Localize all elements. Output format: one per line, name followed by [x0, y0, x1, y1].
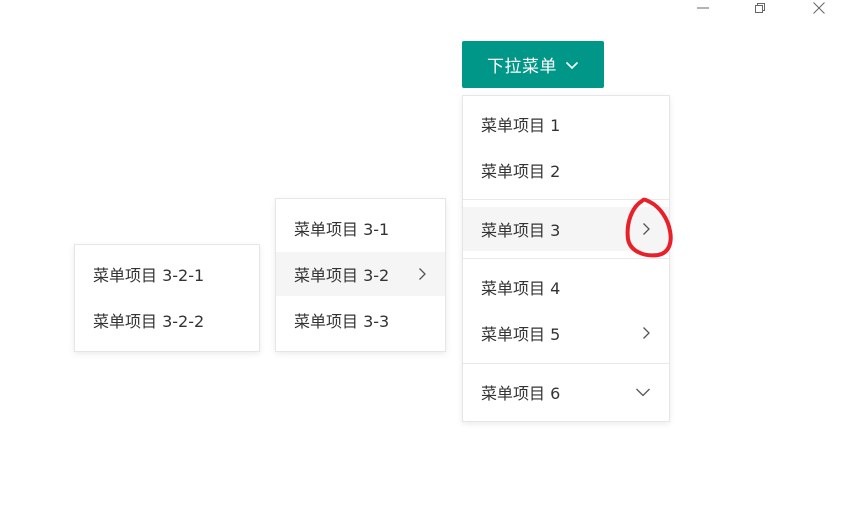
- menu-item-label: 菜单项目 3-2-2: [93, 312, 205, 331]
- chevron-right-icon: [641, 222, 651, 236]
- menu-item-3-1[interactable]: 菜单项目 3-1: [276, 206, 445, 250]
- restore-icon: [755, 3, 765, 13]
- menu-item-3-3[interactable]: 菜单项目 3-3: [276, 298, 445, 342]
- menu-item-3-2[interactable]: 菜单项目 3-2: [276, 252, 445, 296]
- chevron-right-icon: [641, 326, 651, 340]
- menu-item-6[interactable]: 菜单项目 6: [463, 370, 669, 414]
- menu-item-2[interactable]: 菜单项目 2: [463, 148, 669, 192]
- dropdown-trigger-label: 下拉菜单: [487, 57, 557, 77]
- menu-divider: [463, 363, 669, 364]
- dropdown-trigger-button[interactable]: 下拉菜单: [462, 41, 604, 88]
- menu-divider: [463, 258, 669, 259]
- submenu-3-2: 菜单项目 3-2-1 菜单项目 3-2-2: [74, 244, 260, 352]
- menu-item-label: 菜单项目 1: [481, 116, 561, 135]
- restore-button[interactable]: [740, 0, 780, 16]
- menu-item-5[interactable]: 菜单项目 5: [463, 311, 669, 355]
- menu-item-4[interactable]: 菜单项目 4: [463, 265, 669, 309]
- chevron-down-icon: [565, 60, 579, 70]
- minimize-icon: [697, 7, 709, 9]
- chevron-down-icon: [635, 387, 651, 397]
- close-button[interactable]: [799, 0, 839, 16]
- menu-item-1[interactable]: 菜单项目 1: [463, 102, 669, 146]
- chevron-right-icon: [417, 267, 427, 281]
- menu-item-label: 菜单项目 3-1: [294, 220, 390, 239]
- menu-item-label: 菜单项目 3-2-1: [93, 266, 205, 285]
- menu-item-label: 菜单项目 5: [481, 325, 561, 344]
- menu-item-label: 菜单项目 2: [481, 162, 561, 181]
- menu-item-3-2-1[interactable]: 菜单项目 3-2-1: [75, 252, 259, 296]
- menu-item-label: 菜单项目 3: [481, 221, 561, 240]
- minimize-button[interactable]: [683, 0, 723, 16]
- close-icon: [813, 2, 825, 14]
- dropdown-menu: 菜单项目 1 菜单项目 2 菜单项目 3 菜单项目 4 菜单项目 5 菜单项目 …: [462, 95, 670, 422]
- menu-item-3[interactable]: 菜单项目 3: [463, 207, 669, 251]
- menu-item-label: 菜单项目 6: [481, 384, 561, 403]
- menu-item-label: 菜单项目 4: [481, 279, 561, 298]
- menu-item-label: 菜单项目 3-2: [294, 266, 390, 285]
- menu-divider: [463, 199, 669, 200]
- menu-item-label: 菜单项目 3-3: [294, 312, 390, 331]
- menu-item-3-2-2[interactable]: 菜单项目 3-2-2: [75, 298, 259, 342]
- submenu-3: 菜单项目 3-1 菜单项目 3-2 菜单项目 3-3: [275, 198, 446, 352]
